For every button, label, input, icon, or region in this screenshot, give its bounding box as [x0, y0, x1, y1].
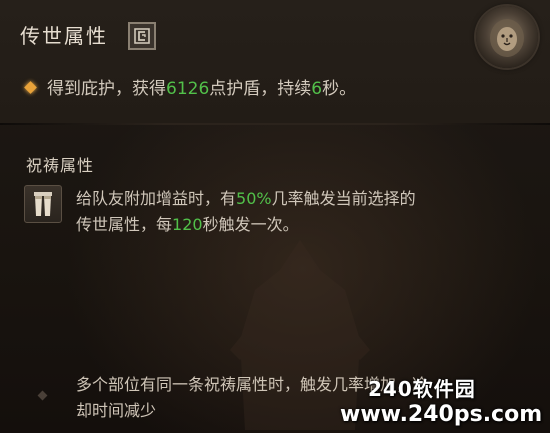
- gold-diamond-icon: [24, 81, 37, 94]
- aspect-description: 给队友附加增益时，有50%几率触发当前选择的 传世属性，每120秒触发一次。: [76, 189, 416, 234]
- lion-crest-icon: [476, 6, 538, 68]
- watermark-url: www.240ps.com: [340, 402, 543, 427]
- section-divider: [0, 123, 550, 125]
- duration-value: 6: [311, 79, 323, 99]
- legendary-effect-text: 得到庇护，获得6126点护盾，持续6秒。: [24, 74, 356, 99]
- legendary-rune-icon: [128, 22, 156, 50]
- cooldown-value: 120: [172, 215, 203, 234]
- footer-bullet-icon: [37, 390, 48, 401]
- tooltip-title: 传世属性: [20, 24, 108, 48]
- aspect-section-title: 祝祷属性: [26, 156, 95, 175]
- tooltip-header-panel: [0, 0, 550, 123]
- leg-armor-icon: [24, 185, 62, 223]
- watermark-title: 240软件园: [368, 377, 476, 401]
- item-tooltip: 传世属性 得到庇护，获得6126点护盾，持续6秒。 祝祷属性 给队友附加增益时，…: [0, 0, 550, 433]
- shield-value: 6126: [166, 79, 210, 99]
- proc-chance-value: 50%: [236, 189, 272, 208]
